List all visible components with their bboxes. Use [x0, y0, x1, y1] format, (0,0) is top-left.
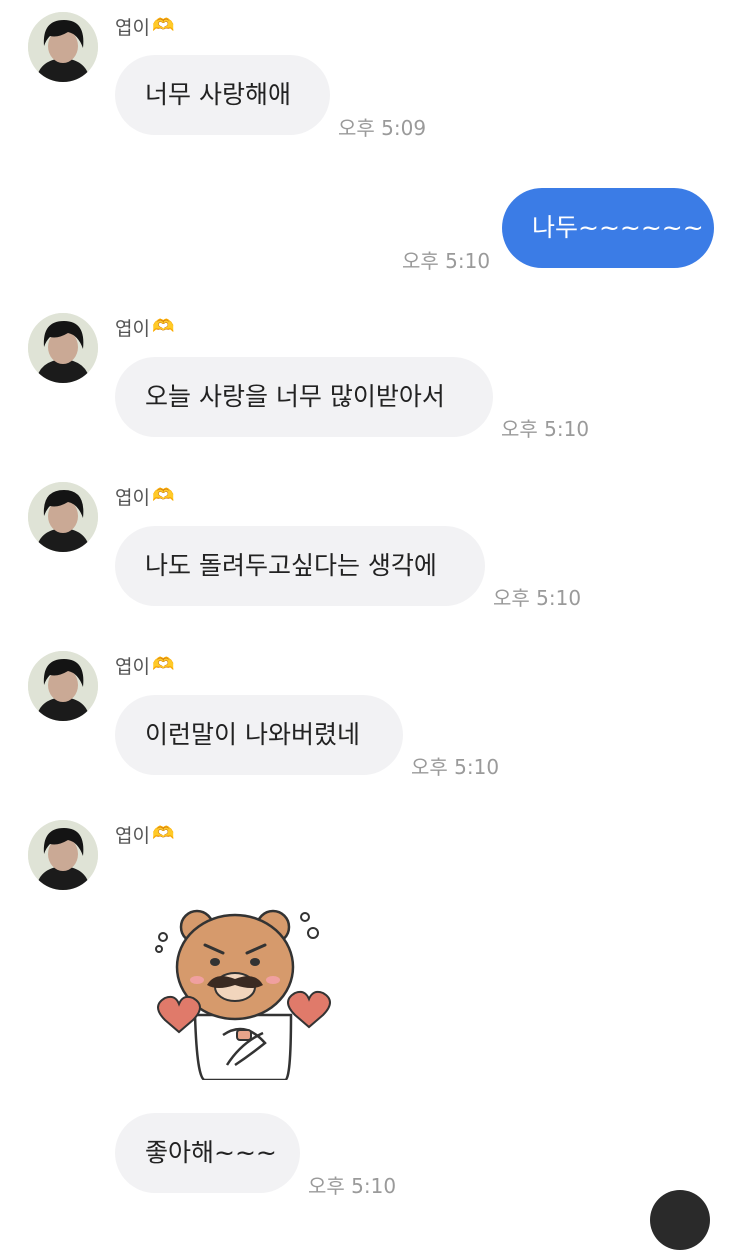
- message-text: 오늘 사랑을 너무 많이받아서: [145, 382, 445, 411]
- message-text: 좋아해~~~: [145, 1138, 277, 1167]
- avatar-photo-icon: [28, 313, 98, 383]
- message-timestamp: 오후 5:10: [308, 1174, 397, 1198]
- heart-hands-icon: 🫶: [151, 316, 175, 337]
- incoming-message-bubble[interactable]: 좋아해~~~: [115, 1113, 300, 1193]
- sender-name: 엽이 🫶: [115, 313, 174, 341]
- outgoing-message-bubble[interactable]: 나두~~~~~~: [502, 188, 714, 268]
- message-text: 너무 사랑해애: [145, 80, 291, 109]
- sender-name-label: 엽이: [115, 486, 150, 509]
- message-timestamp: 오후 5:10: [411, 755, 500, 779]
- sender-name: 엽이 🫶: [115, 12, 174, 40]
- heart-hands-icon: 🫶: [151, 823, 175, 844]
- message-timestamp: 오후 5:10: [493, 586, 582, 610]
- avatar[interactable]: [28, 12, 98, 82]
- avatar[interactable]: [28, 651, 98, 721]
- sender-name: 엽이 🫶: [115, 482, 174, 510]
- message-text: 나도 돌려두고싶다는 생각에: [145, 551, 437, 580]
- sender-name-label: 엽이: [115, 317, 150, 340]
- bear-sticker[interactable]: [145, 905, 335, 1082]
- sender-name-label: 엽이: [115, 824, 150, 847]
- sender-name: 엽이 🫶: [115, 820, 174, 848]
- bear-mustache-hearts-icon: [155, 909, 331, 1082]
- message-text: 이런말이 나와버렸네: [145, 720, 360, 749]
- incoming-message-bubble[interactable]: 이런말이 나와버렸네: [115, 695, 403, 775]
- message-text: 나두~~~~~~: [532, 213, 704, 242]
- avatar-photo-icon: [28, 651, 98, 721]
- message-timestamp: 오후 5:09: [338, 116, 427, 140]
- avatar-photo-icon: [28, 482, 98, 552]
- heart-hands-icon: 🫶: [151, 654, 175, 675]
- heart-hands-icon: 🫶: [151, 15, 175, 36]
- avatar[interactable]: [28, 820, 98, 890]
- incoming-message-bubble[interactable]: 너무 사랑해애: [115, 55, 330, 135]
- avatar-photo-icon: [28, 12, 98, 82]
- incoming-message-bubble[interactable]: 나도 돌려두고싶다는 생각에: [115, 526, 485, 606]
- avatar-photo-icon: [28, 820, 98, 890]
- avatar[interactable]: [28, 482, 98, 552]
- scroll-to-bottom-button[interactable]: [650, 1190, 710, 1250]
- incoming-message-bubble[interactable]: 오늘 사랑을 너무 많이받아서: [115, 357, 493, 437]
- heart-hands-icon: 🫶: [151, 485, 175, 506]
- avatar[interactable]: [28, 313, 98, 383]
- message-timestamp: 오후 5:10: [402, 249, 491, 273]
- message-timestamp: 오후 5:10: [501, 417, 590, 441]
- sender-name: 엽이 🫶: [115, 651, 174, 679]
- sender-name-label: 엽이: [115, 16, 150, 39]
- sender-name-label: 엽이: [115, 655, 150, 678]
